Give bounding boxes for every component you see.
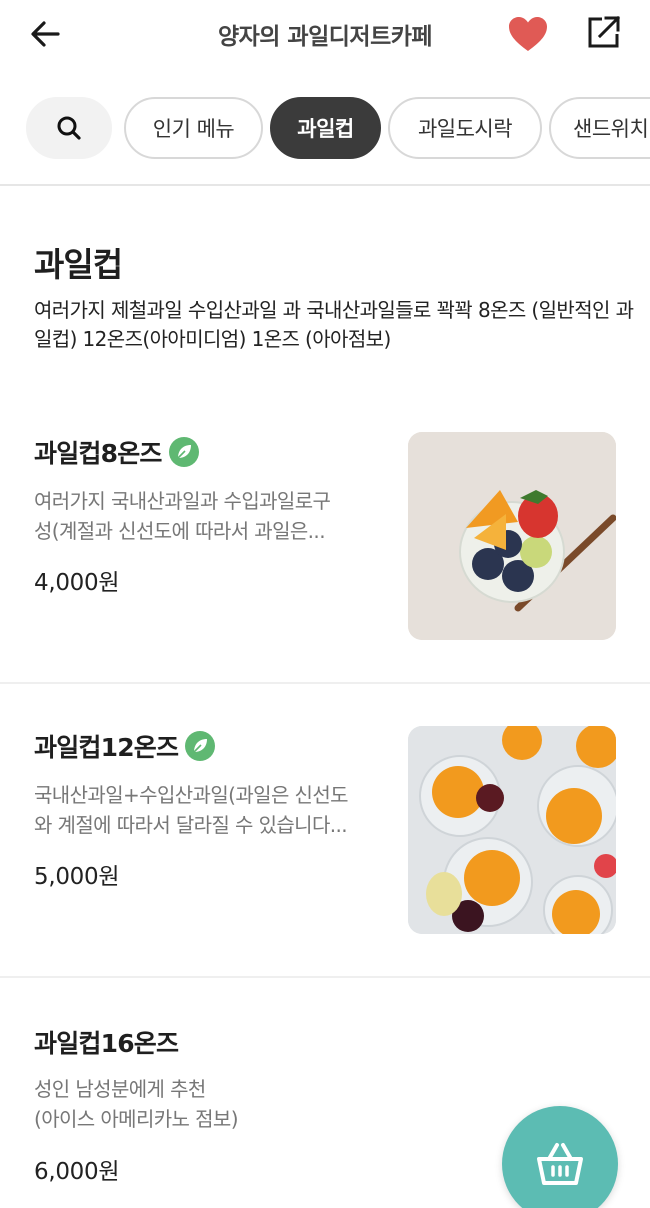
description-line: 성(계절과 신선도에 따라서 과일은...: [34, 519, 326, 543]
category-chips: 인기 메뉴 과일컵 과일도시락 샌드위치: [0, 97, 650, 161]
menu-item-price: 6,000원: [34, 1159, 120, 1185]
favorite-button[interactable]: [506, 14, 550, 54]
menu-item-photo[interactable]: [408, 726, 616, 934]
menu-item-description: 여러가지 국내산과일과 수입과일로구 성(계절과 신선도에 따라서 과일은...: [34, 486, 394, 546]
search-button[interactable]: [26, 97, 112, 159]
description-line: 여러가지 국내산과일과 수입과일로구: [34, 489, 331, 513]
chip-sandwich[interactable]: 샌드위치: [549, 97, 650, 159]
fruit-cup-photo: [408, 432, 616, 640]
leaf-icon: [168, 437, 199, 467]
page-title: 양자의 과일디저트카페: [217, 24, 433, 50]
share-icon: [588, 15, 621, 48]
description-line: (아이스 아메리카노 점보): [34, 1107, 239, 1131]
menu-item-photo[interactable]: [408, 432, 616, 640]
search-icon: [57, 116, 81, 140]
divider: [0, 682, 650, 684]
menu-item-name: 과일컵12온즈: [34, 728, 216, 764]
fruit-cups-photo: [408, 726, 616, 934]
chip-fruit-cup[interactable]: 과일컵: [270, 97, 381, 159]
basket-icon: [537, 1143, 583, 1185]
menu-item-price: 4,000원: [34, 570, 120, 596]
menu-item-description: 국내산과일+수입산과일(과일은 신선도 와 계절에 따라서 달라질 수 있습니다…: [34, 780, 394, 840]
app-header: 양자의 과일디저트카페: [0, 0, 650, 70]
section-title: 과일컵: [34, 245, 123, 284]
description-line: 와 계절에 따라서 달라질 수 있습니다...: [34, 813, 348, 837]
description-line: 성인 남성분에게 추천: [34, 1077, 206, 1101]
menu-item-description: 성인 남성분에게 추천 (아이스 아메리카노 점보): [34, 1074, 394, 1134]
share-button[interactable]: [584, 12, 624, 52]
cart-button[interactable]: [502, 1106, 618, 1208]
menu-item-name: 과일컵8온즈: [34, 434, 200, 470]
divider: [0, 976, 650, 978]
heart-icon: [509, 17, 547, 51]
leaf-icon: [185, 731, 216, 761]
menu-item-title: 과일컵8온즈: [34, 439, 162, 468]
chip-fruit-lunchbox[interactable]: 과일도시락: [388, 97, 542, 159]
divider: [0, 184, 650, 186]
section-description: 여러가지 제철과일 수입산과일 과 국내산과일들로 꽉꽉 8온즈 (일반적인 과…: [34, 298, 634, 351]
menu-item-title: 과일컵12온즈: [34, 733, 179, 762]
menu-item-price: 5,000원: [34, 864, 120, 890]
menu-item-title: 과일컵16온즈: [34, 1029, 179, 1058]
description-line: 국내산과일+수입산과일(과일은 신선도: [34, 783, 349, 807]
chip-popular-menu[interactable]: 인기 메뉴: [124, 97, 263, 159]
menu-item-name: 과일컵16온즈: [34, 1024, 179, 1060]
